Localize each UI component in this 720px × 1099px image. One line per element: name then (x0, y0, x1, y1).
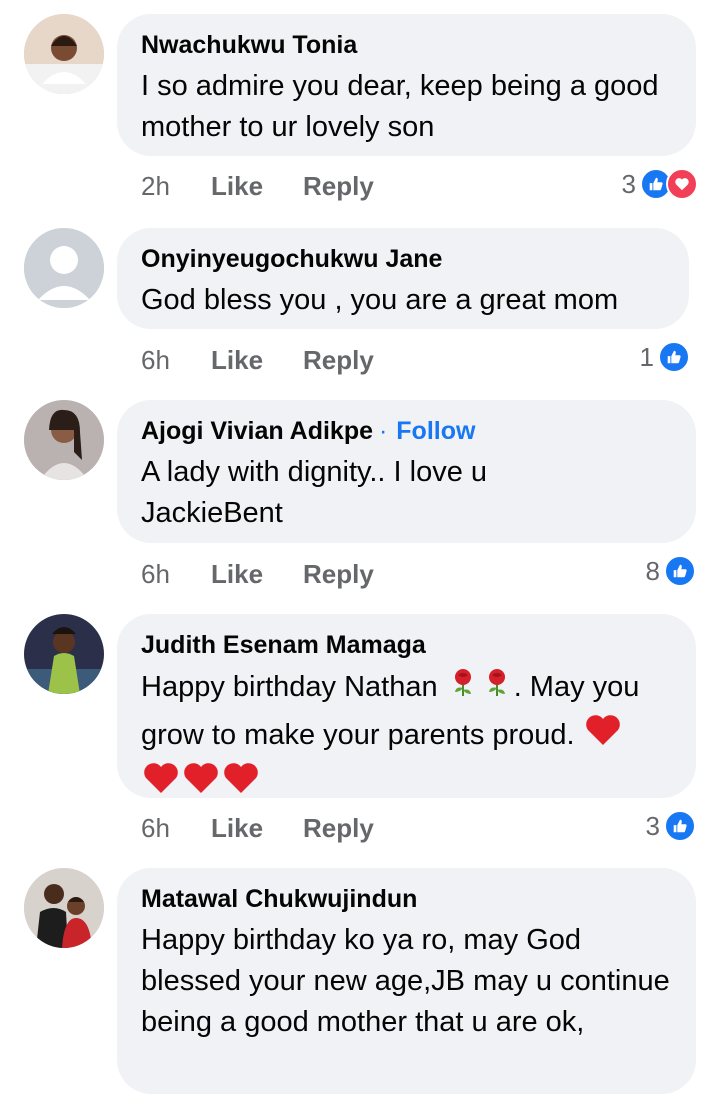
comment-actions: 6h Like Reply (141, 340, 374, 380)
comment-text: Happy birthday ko ya ro, may God blessed… (141, 924, 670, 1038)
comment-text: A lady with dignity.. I love u JackieBen… (141, 456, 488, 529)
reaction-summary[interactable]: 3 (646, 806, 696, 846)
comment-actions: 6h Like Reply (141, 808, 374, 848)
like-icon (664, 555, 696, 587)
reaction-count: 1 (639, 341, 654, 372)
reaction-summary[interactable]: 8 (646, 551, 696, 591)
like-button[interactable]: Like (211, 813, 303, 844)
avatar[interactable] (24, 228, 104, 308)
rose-emoji (480, 666, 514, 712)
follow-separator: · (379, 417, 388, 445)
like-button[interactable]: Like (211, 171, 303, 202)
comment-bubble: Ajogi Vivian Adikpe · Follow A lady with … (117, 400, 696, 543)
avatar[interactable] (24, 868, 104, 948)
author-name[interactable]: Judith Esenam Mamaga (141, 630, 672, 660)
timestamp[interactable]: 2h (141, 171, 211, 202)
rose-emoji (446, 666, 480, 712)
comment-bubble: Onyinyeugochukwu Jane God bless you , yo… (117, 228, 689, 329)
reply-button[interactable]: Reply (303, 559, 374, 590)
like-icon (658, 341, 690, 373)
timestamp[interactable]: 6h (141, 813, 211, 844)
reply-button[interactable]: Reply (303, 345, 374, 376)
comment-bubble: Nwachukwu Tonia I so admire you dear, ke… (117, 14, 696, 156)
reaction-count: 3 (621, 168, 636, 199)
comment-actions: 2h Like Reply (141, 166, 374, 206)
reaction-count: 8 (645, 555, 660, 586)
reaction-summary[interactable]: 3 (622, 164, 698, 204)
love-icon (666, 168, 698, 200)
reply-button[interactable]: Reply (303, 813, 374, 844)
like-button[interactable]: Like (211, 559, 303, 590)
like-button[interactable]: Like (211, 345, 303, 376)
author-name[interactable]: Matawal Chukwujindun (141, 884, 672, 914)
comment-text: God bless you , you are a great mom (141, 284, 619, 316)
comment-bubble: Judith Esenam Mamaga Happy birthday Nath… (117, 614, 696, 798)
comment-text-part: Happy birthday Nathan (141, 671, 446, 703)
avatar[interactable] (24, 14, 104, 94)
timestamp[interactable]: 6h (141, 345, 211, 376)
reaction-count: 3 (645, 810, 660, 841)
heart-emoji (141, 760, 181, 808)
reply-button[interactable]: Reply (303, 171, 374, 202)
heart-emoji (221, 760, 261, 808)
follow-button[interactable]: Follow (396, 417, 475, 445)
comment-text: Happy birthday Nathan . May you grow to … (141, 666, 661, 808)
author-name: Ajogi Vivian Adikpe · Follow (141, 416, 672, 446)
author-name-text[interactable]: Ajogi Vivian Adikpe (141, 417, 373, 445)
author-name[interactable]: Nwachukwu Tonia (141, 30, 672, 60)
comment-text: I so admire you dear, keep being a good … (141, 70, 659, 143)
author-name[interactable]: Onyinyeugochukwu Jane (141, 244, 665, 274)
heart-emoji (583, 712, 623, 760)
avatar[interactable] (24, 400, 104, 480)
avatar[interactable] (24, 614, 104, 694)
like-icon (664, 810, 696, 842)
reaction-summary[interactable]: 1 (640, 337, 690, 377)
heart-emoji (181, 760, 221, 808)
timestamp[interactable]: 6h (141, 559, 211, 590)
comment-bubble: Matawal Chukwujindun Happy birthday ko y… (117, 868, 696, 1094)
comment-actions: 6h Like Reply (141, 554, 374, 594)
